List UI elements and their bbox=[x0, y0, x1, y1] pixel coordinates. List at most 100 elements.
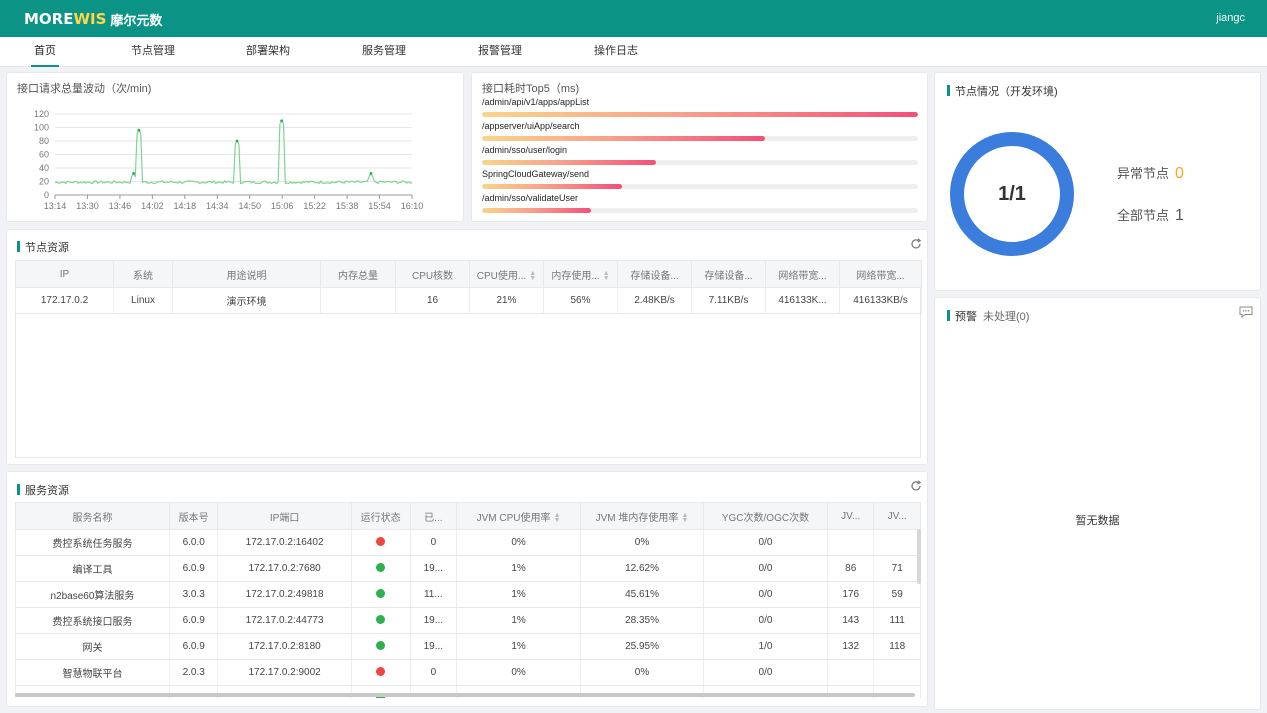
y-tick-label: 100 bbox=[34, 123, 49, 133]
table-cell: 6.0.0 bbox=[168, 529, 219, 556]
top5-bar bbox=[482, 184, 622, 189]
alarm-title: 预警 未处理(0) bbox=[947, 308, 1029, 324]
table-cell: 0 bbox=[409, 659, 458, 686]
top5-bar bbox=[482, 136, 766, 141]
table-cell: 19... bbox=[409, 633, 458, 660]
table-cell: 0% bbox=[580, 659, 704, 686]
total-node-count: 1 bbox=[1175, 207, 1184, 224]
nav-node-management[interactable]: 节点管理 bbox=[131, 37, 175, 67]
x-tick-label: 14:50 bbox=[238, 201, 261, 211]
y-tick-label: 80 bbox=[39, 136, 49, 146]
node-ratio: 1/1 bbox=[998, 183, 1026, 205]
table-cell: 0/0 bbox=[703, 581, 828, 608]
peak-point bbox=[137, 128, 141, 132]
top5-track bbox=[482, 160, 918, 165]
sort-icon[interactable]: ▲ ▼ bbox=[603, 270, 610, 282]
table-cell: 45.61% bbox=[580, 581, 704, 608]
node-resource-panel: 节点资源 IP 系统 用途说明 内存总量 CPU核数 CPU使用... ▲ ▼ 内存使用... ▲… bbox=[6, 229, 928, 465]
node-col-header[interactable]: 内存使用... ▲ ▼ bbox=[543, 260, 618, 288]
table-cell: 0/0 bbox=[703, 555, 828, 582]
node-col-header: 存储设备... bbox=[691, 260, 766, 288]
service-resource-title: 服务资源 bbox=[17, 482, 69, 498]
peak-point bbox=[369, 172, 373, 175]
node-donut-chart: 1/1 bbox=[947, 129, 1077, 259]
service-col-header[interactable]: JVM CPU使用率 ▲ ▼ bbox=[456, 502, 582, 530]
nav-operation-log[interactable]: 操作日志 bbox=[594, 37, 638, 67]
alarm-panel: 预警 未处理(0) 暂无数据 bbox=[934, 297, 1261, 710]
service-col-header: JV... bbox=[873, 502, 921, 530]
service-col-header: 运行状态 bbox=[350, 502, 411, 530]
table-cell: 59 bbox=[873, 581, 921, 608]
service-col-header[interactable]: JVM 堆内存使用率 ▲ ▼ bbox=[580, 502, 704, 530]
request-line-chart: 0 20 40 60 80 100 120 13:14 13:30 13:46 14:02 14:18… bbox=[34, 109, 423, 211]
request-series-line bbox=[54, 119, 413, 185]
top5-label: /appserver/uiApp/search bbox=[482, 121, 580, 131]
top5-item: /admin/api/v1/apps/appList bbox=[482, 96, 918, 117]
top-bar: MOREWIS 摩尔元数 jiangc bbox=[0, 0, 1267, 37]
table-cell bbox=[350, 581, 411, 608]
service-col-header: 服务名称 bbox=[15, 502, 170, 530]
refresh-icon[interactable] bbox=[910, 480, 922, 492]
y-tick-label: 0 bbox=[44, 190, 49, 200]
table-row[interactable]: n2base60算法服务 3.0.3 172.17.0.2:49818 11... 1%… bbox=[15, 581, 921, 608]
status-dot bbox=[376, 666, 386, 676]
table-cell: 172.17.0.2:44773 bbox=[217, 607, 352, 634]
table-cell: 0/0 bbox=[703, 659, 828, 686]
top5-panel: 接口耗时Top5（ms) /admin/api/v1/apps/appList /… bbox=[471, 72, 928, 222]
table-cell: 1% bbox=[456, 607, 582, 634]
vertical-scrollbar[interactable] bbox=[917, 529, 921, 584]
refresh-icon[interactable] bbox=[910, 238, 922, 250]
node-resource-title: 节点资源 bbox=[17, 239, 69, 255]
table-cell: 网关 bbox=[15, 633, 170, 660]
node-col-header[interactable]: CPU使用... ▲ ▼ bbox=[469, 260, 544, 288]
table-cell: 86 bbox=[826, 555, 875, 582]
table-cell: 21% bbox=[469, 287, 544, 314]
node-resource-table: IP 系统 用途说明 内存总量 CPU核数 CPU使用... ▲ ▼ 内存使用... ▲ ▼ 存储设备… bbox=[15, 260, 922, 314]
table-cell bbox=[350, 659, 411, 686]
logo-mark: MOREWIS bbox=[24, 10, 107, 28]
x-tick-label: 15:22 bbox=[303, 201, 326, 211]
table-cell: 172.17.0.2:16402 bbox=[217, 529, 352, 556]
sort-icon[interactable]: ▲ ▼ bbox=[681, 512, 688, 524]
logo[interactable]: MOREWIS 摩尔元数 bbox=[24, 9, 162, 29]
table-cell bbox=[350, 529, 411, 556]
title-marker bbox=[17, 241, 20, 252]
table-row[interactable]: 费控系统接口服务 6.0.9 172.17.0.2:44773 19... 1% 28.3… bbox=[15, 607, 921, 634]
main-nav: 首页 节点管理 部署架构 服务管理 报警管理 操作日志 bbox=[0, 37, 1267, 67]
top5-track bbox=[482, 208, 918, 213]
table-cell: 费控系统任务服务 bbox=[15, 529, 170, 556]
x-tick-label: 15:38 bbox=[336, 201, 359, 211]
table-row[interactable]: 智慧物联平台 2.0.3 172.17.0.2:9002 0 0% 0% 0/0 bbox=[15, 659, 921, 686]
status-dot bbox=[376, 640, 386, 650]
nav-deployment[interactable]: 部署架构 bbox=[246, 37, 290, 67]
table-cell: 56% bbox=[543, 287, 618, 314]
x-tick-label: 15:06 bbox=[271, 201, 294, 211]
peak-point bbox=[280, 119, 284, 123]
table-row[interactable]: 费控系统任务服务 6.0.0 172.17.0.2:16402 0 0% 0% 0/0 bbox=[15, 529, 921, 556]
node-col-header: 系统 bbox=[113, 260, 173, 288]
title-marker bbox=[947, 85, 950, 96]
node-col-header: 内存总量 bbox=[320, 260, 396, 288]
table-cell bbox=[350, 633, 411, 660]
table-row[interactable]: 网关 6.0.9 172.17.0.2:8180 19... 1% 25.95% 1/0 13… bbox=[15, 633, 921, 660]
table-cell: 7.11KB/s bbox=[691, 287, 766, 314]
nav-home[interactable]: 首页 bbox=[31, 37, 59, 67]
sort-icon[interactable]: ▲ ▼ bbox=[554, 512, 561, 524]
table-cell: 416133KB/s bbox=[839, 287, 922, 314]
table-cell: 11... bbox=[409, 581, 458, 608]
table-row[interactable]: 172.17.0.2 Linux 演示环境 16 21% 56% 2.48KB/s 7.11K… bbox=[15, 287, 922, 314]
table-cell bbox=[350, 607, 411, 634]
horizontal-scrollbar[interactable] bbox=[15, 693, 915, 697]
table-cell: 19... bbox=[409, 555, 458, 582]
table-cell: 1% bbox=[456, 581, 582, 608]
user-name[interactable]: jiangc bbox=[1216, 12, 1245, 24]
table-row[interactable]: 编译工具 6.0.9 172.17.0.2:7680 19... 1% 12.62% 0/0… bbox=[15, 555, 921, 582]
nav-service-management[interactable]: 服务管理 bbox=[362, 37, 406, 67]
table-cell bbox=[826, 659, 875, 686]
table-cell: 6.0.9 bbox=[168, 633, 219, 660]
table-cell: 0% bbox=[580, 529, 704, 556]
message-icon[interactable] bbox=[1239, 306, 1253, 318]
nav-alarm-management[interactable]: 报警管理 bbox=[478, 37, 522, 67]
sort-icon[interactable]: ▲ ▼ bbox=[529, 270, 536, 282]
node-col-header: 网络带宽... bbox=[839, 260, 922, 288]
